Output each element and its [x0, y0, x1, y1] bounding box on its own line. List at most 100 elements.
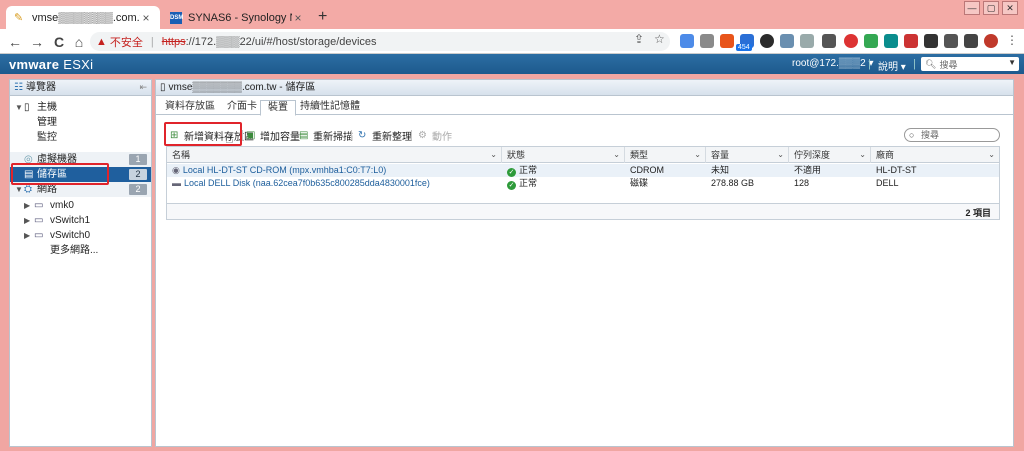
- device-name-cell[interactable]: ▬ Local DELL Disk (naa.62cea7f0b635c80028…: [167, 177, 502, 190]
- close-tab-icon[interactable]: ×: [292, 11, 304, 25]
- expand-right-icon[interactable]: ▶: [24, 228, 30, 243]
- profile-avatar[interactable]: [984, 34, 998, 48]
- sidebar-icon[interactable]: [964, 34, 978, 48]
- nav-item-more-networks[interactable]: 更多網路...: [10, 243, 151, 258]
- type-cell: 磁碟: [630, 178, 649, 188]
- device-name-cell[interactable]: ◉ Local HL-DT-ST CD-ROM (mpx.vmhba1:C0:T7…: [167, 164, 502, 177]
- nav-item-vswitch0[interactable]: ▶ ▭ vSwitch0: [10, 228, 151, 243]
- actions-menu-button[interactable]: ⚙ 動作: [418, 128, 452, 143]
- close-tab-icon[interactable]: ×: [140, 11, 152, 25]
- status-cell: ✓ 正常: [502, 177, 625, 190]
- column-header-type[interactable]: 類型 ⌄: [625, 147, 706, 163]
- table-row[interactable]: ▬ Local DELL Disk (naa.62cea7f0b635c80028…: [167, 177, 999, 190]
- refresh-button[interactable]: ↻ 重新整理: [358, 128, 412, 143]
- minimize-button[interactable]: —: [964, 1, 980, 15]
- dark-ext-icon[interactable]: [760, 34, 774, 48]
- browser-tab-synology[interactable]: DSM SYNAS6 - Synology NAS ×: [162, 6, 312, 29]
- red-ext-icon[interactable]: [844, 34, 858, 48]
- increase-capacity-icon: ▣: [246, 129, 256, 141]
- rescan-button[interactable]: ▤ 重新掃描: [299, 128, 353, 143]
- image-ext-icon[interactable]: [822, 34, 836, 48]
- office-ext-icon[interactable]: [720, 34, 734, 48]
- action-label: 動作: [432, 132, 452, 143]
- tab-datastores[interactable]: 資料存放區: [164, 100, 216, 115]
- user-menu[interactable]: root@172.▒▒▒2 ▾: [792, 58, 873, 69]
- new-tab-button[interactable]: +: [318, 8, 327, 26]
- expand-down-icon[interactable]: ▼: [15, 100, 23, 115]
- disk-icon: ▬: [172, 178, 181, 188]
- close-window-button[interactable]: ✕: [1002, 1, 1018, 15]
- column-header-status[interactable]: 狀態 ⌄: [502, 147, 625, 163]
- chevron-down-icon[interactable]: ⌄: [859, 147, 866, 163]
- cloud-ext-icon[interactable]: [780, 34, 794, 48]
- translate-ext-icon[interactable]: [680, 34, 694, 48]
- nav-item-monitor[interactable]: 監控: [10, 130, 151, 145]
- column-header-capacity[interactable]: 容量 ⌄: [706, 147, 789, 163]
- nav-item-vmk0[interactable]: ▶ ▭ vmk0: [10, 198, 151, 213]
- table-row[interactable]: ◉ Local HL-DT-ST CD-ROM (mpx.vmhba1:C0:T7…: [167, 164, 999, 177]
- global-search-input[interactable]: 🔍︎ 搜尋 ▼: [921, 57, 1019, 71]
- navigator-header: ☷ 導覽器 ⇤: [10, 80, 151, 96]
- increase-capacity-button[interactable]: ▣ 增加容量: [246, 128, 300, 143]
- share-icon[interactable]: ⇪: [634, 32, 644, 46]
- tab-persistent-memory[interactable]: 持續性記憶體: [300, 100, 360, 115]
- product-name: ESXi: [63, 57, 94, 72]
- chevron-down-icon[interactable]: ▼: [1008, 58, 1016, 67]
- browser-tab-title: vmse▒▒▒▒▒▒▒.com.tw - VM: [32, 11, 140, 24]
- column-label: 容量: [711, 150, 730, 160]
- host-icon: ▯: [24, 102, 30, 113]
- count-badge: 1: [129, 154, 147, 165]
- menu-kebab-icon[interactable]: ⋮: [1006, 33, 1018, 47]
- esxi-header: vmware ESXi root@172.▒▒▒2 ▾ | 說明 ▾ | 🔍︎ 搜…: [0, 54, 1024, 74]
- nav-item-label: 監控: [37, 132, 57, 143]
- nav-item-manage[interactable]: 管理: [10, 115, 151, 130]
- extensions-puzzle-icon[interactable]: [944, 34, 958, 48]
- column-header-queue-depth[interactable]: 佇列深度 ⌄: [789, 147, 871, 163]
- drive-ext-icon[interactable]: [864, 34, 878, 48]
- tab-devices[interactable]: 裝置: [260, 100, 296, 116]
- search-placeholder: 搜尋: [939, 59, 958, 70]
- home-button[interactable]: ⌂: [70, 33, 88, 51]
- column-header-vendor[interactable]: 廠商 ⌄: [871, 147, 999, 163]
- forward-button[interactable]: →: [28, 33, 46, 51]
- chevron-down-icon[interactable]: ⌄: [490, 147, 497, 163]
- address-bar[interactable]: ▲ 不安全 | https ://172.▒▒▒22/ui/#/host/sto…: [90, 32, 670, 51]
- lock-ext-icon[interactable]: [904, 34, 918, 48]
- switch-icon: ▭: [34, 215, 44, 226]
- table-footer: 2 項目: [167, 203, 999, 219]
- dark-square-ext-icon[interactable]: [924, 34, 938, 48]
- nic-icon: ▭: [34, 200, 44, 211]
- expand-right-icon[interactable]: ▶: [24, 213, 30, 228]
- column-label: 狀態: [507, 150, 526, 160]
- browser-tab-esxi[interactable]: ✎ vmse▒▒▒▒▒▒▒.com.tw - VM ×: [6, 6, 160, 29]
- help-menu[interactable]: 說明 ▾: [878, 58, 906, 73]
- column-label: 類型: [630, 150, 649, 160]
- switch-icon: ▭: [34, 230, 44, 241]
- chevron-down-icon[interactable]: ⌄: [777, 147, 784, 163]
- check-ext-icon[interactable]: [800, 34, 814, 48]
- vendor-cell: HL-DT-ST: [876, 165, 917, 175]
- search-icon: 🔍︎: [925, 58, 937, 69]
- nav-item-host[interactable]: ▼ ▯ 主機: [10, 100, 151, 115]
- expand-right-icon[interactable]: ▶: [24, 198, 30, 213]
- column-header-name[interactable]: 名稱 ⌄: [167, 147, 502, 163]
- bookmark-star-icon[interactable]: ☆: [654, 32, 665, 46]
- reload-button[interactable]: C: [50, 33, 68, 51]
- maximize-button[interactable]: ▢: [983, 1, 999, 15]
- chevron-down-icon[interactable]: ⌄: [613, 147, 620, 163]
- table-header: 名稱 ⌄ 狀態 ⌄ 類型 ⌄ 容量 ⌄ 佇列深度 ⌄ 廠商 ⌄: [167, 147, 999, 163]
- nav-item-vswitch1[interactable]: ▶ ▭ vSwitch1: [10, 213, 151, 228]
- back-button[interactable]: ←: [6, 33, 24, 51]
- chevron-down-icon[interactable]: ⌄: [988, 147, 995, 163]
- device-search-input[interactable]: ○ 搜尋: [904, 128, 1000, 142]
- panel-header: ▯ vmse▒▒▒▒▒▒▒.com.tw - 儲存區: [156, 80, 1013, 96]
- navigator-icon: ☷: [14, 82, 23, 93]
- queue-depth-cell: 不適用: [794, 165, 822, 175]
- hand-cursor-icon: ☝: [225, 130, 234, 146]
- chevron-down-icon[interactable]: ⌄: [694, 147, 701, 163]
- y-ext-icon[interactable]: [884, 34, 898, 48]
- nav-item-label: 管理: [37, 117, 57, 128]
- collapse-icon[interactable]: ⇤: [139, 80, 147, 95]
- tab-adapters[interactable]: 介面卡: [222, 100, 262, 115]
- zhuyin-ext-icon[interactable]: [700, 34, 714, 48]
